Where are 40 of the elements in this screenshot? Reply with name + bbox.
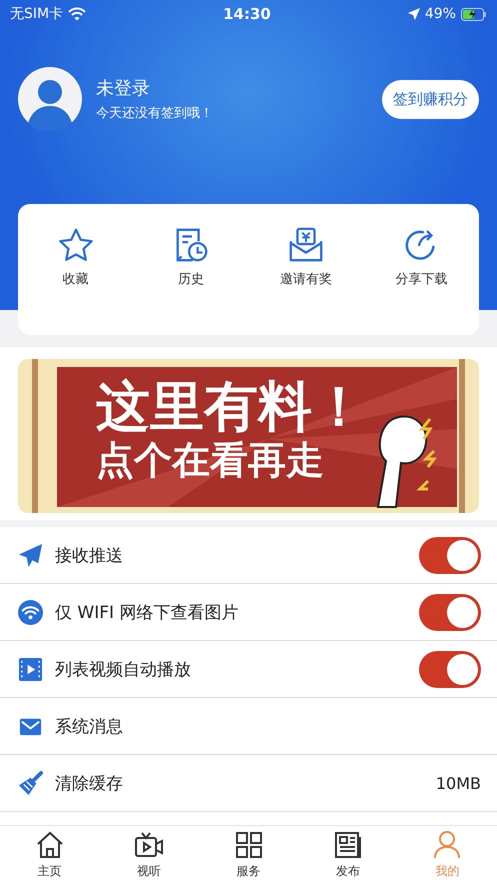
tab-item[interactable]: 视听: [99, 826, 199, 883]
battery-percent: 49%: [424, 6, 456, 22]
tab-item[interactable]: 主页: [0, 826, 100, 883]
banner-subtitle: 点个在看再走: [96, 440, 325, 482]
envelope-icon: [287, 226, 326, 264]
person-icon: [432, 830, 462, 860]
wifi-icon: [18, 600, 43, 624]
wifi-icon: [68, 7, 86, 21]
paper-plane-icon: [18, 542, 43, 568]
checkin-hint: 今天还没有签到哦！: [96, 105, 214, 122]
shortcut-label[interactable]: 邀请有奖: [280, 270, 332, 288]
shortcut-label[interactable]: 历史: [178, 270, 204, 288]
tab-item[interactable]: 发布: [298, 826, 398, 883]
clock-time: 14:30: [223, 5, 271, 23]
checkin-button[interactable]: 签到赚积分: [382, 80, 479, 118]
cache-size: 10MB: [436, 774, 481, 792]
video-icon: [18, 656, 43, 682]
setting-label[interactable]: 仅 WIFI 网络下查看图片: [55, 600, 407, 624]
video-camera-icon: [134, 830, 164, 860]
banner-title: 这里有料！: [96, 377, 366, 436]
battery-charging-icon: [460, 8, 487, 20]
shortcut-label[interactable]: 收藏: [62, 270, 89, 288]
setting-label[interactable]: 列表视频自动播放: [55, 658, 407, 680]
newspaper-icon: [332, 830, 363, 860]
home-icon: [34, 830, 65, 860]
tab-item[interactable]: 服务: [198, 826, 298, 883]
star-icon: [56, 226, 95, 264]
toggle-switch[interactable]: [419, 594, 481, 630]
location-arrow-icon: [408, 8, 420, 20]
toggle-switch[interactable]: [419, 650, 481, 688]
carrier-text: 无SIM卡: [10, 5, 64, 23]
grid-icon: [234, 830, 264, 860]
shortcut-label[interactable]: 分享下载: [395, 270, 448, 288]
setting-label[interactable]: 接收推送: [55, 544, 407, 566]
broom-icon: [18, 770, 43, 796]
setting-label[interactable]: 系统消息: [55, 714, 481, 738]
setting-label[interactable]: 清除缓存: [55, 772, 424, 794]
login-status: 未登录: [96, 77, 151, 100]
toggle-switch[interactable]: [419, 536, 481, 574]
avatar-icon[interactable]: [18, 67, 82, 131]
